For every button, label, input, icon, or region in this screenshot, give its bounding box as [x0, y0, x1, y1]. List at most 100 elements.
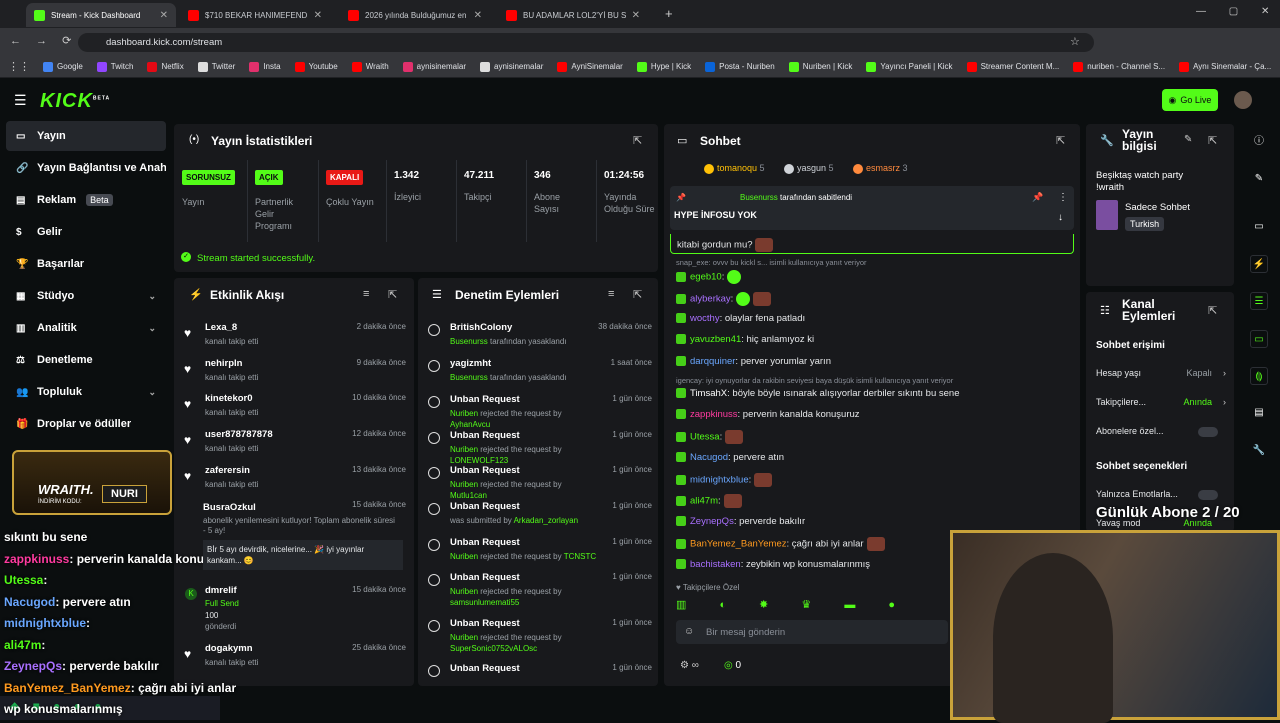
chat-username[interactable]: ZeynepQs [690, 516, 734, 527]
moderation-action-title[interactable]: Unban Request [450, 663, 520, 674]
edit-icon[interactable]: ✎ [1184, 134, 1192, 145]
sidebar-item[interactable]: 🔗 Yayın Bağlantısı ve Anahtar [6, 153, 166, 183]
moderation-actor[interactable]: Nuriben [450, 445, 478, 454]
moderation-target[interactable]: Arkadan_zorlayan [514, 516, 578, 525]
moderation-target[interactable]: Mutlu1can [450, 491, 487, 500]
chat-username[interactable]: wocthy [690, 313, 720, 324]
bookmark-item[interactable]: Google [36, 61, 90, 72]
moderation-actor[interactable]: Nuriben [450, 633, 478, 642]
chat-username[interactable]: Nacugod [690, 452, 728, 463]
lightning-icon[interactable]: ⚡ [1250, 255, 1268, 273]
avatar[interactable] [1234, 91, 1252, 109]
bookmark-item[interactable]: Wraith [345, 61, 396, 72]
emote-bar[interactable]: ▥ ◐ ✸ ♛ ▬ ● [676, 598, 936, 614]
chat-username[interactable]: BanYemez_BanYemez [690, 539, 786, 550]
more-icon[interactable]: ⋮ [1058, 192, 1068, 203]
new-tab-button[interactable]: + [665, 6, 673, 21]
apps-icon[interactable]: ⋮⋮ [8, 60, 30, 73]
bookmark-item[interactable]: Nuriben | Kick [782, 61, 860, 72]
bookmark-item[interactable]: Aynı Sinemalar - Ça... [1172, 61, 1278, 72]
chat-username[interactable]: darqquiner [690, 356, 735, 367]
chat-settings-icon[interactable]: ⚙ ∞ [680, 660, 699, 671]
bookmark-item[interactable]: Twitch [90, 61, 141, 72]
chat-username[interactable]: egeb10 [690, 272, 722, 283]
channel-action-row[interactable]: Takipçilere... Anında › [1096, 397, 1226, 413]
moderation-target[interactable]: AyhanAvcu [450, 420, 490, 429]
bookmark-item[interactable]: Youtube [288, 61, 345, 72]
go-live-button[interactable]: ◉ Go Live [1162, 89, 1218, 111]
url-input[interactable]: dashboard.kick.com/stream [78, 33, 1094, 52]
kick-logo[interactable]: KICKBETA [40, 90, 110, 113]
top-gifter[interactable]: tomanoqu 5 [704, 163, 765, 174]
bookmark-star-icon[interactable]: ☆ [1070, 35, 1080, 48]
activity-user[interactable]: dmrelif [205, 585, 237, 596]
popout-icon[interactable]: ⇱ [1208, 304, 1217, 317]
layers-icon[interactable]: ▤ [1250, 404, 1268, 422]
chat-username[interactable]: bachistaken [690, 559, 741, 570]
popout-icon[interactable]: ⇱ [633, 288, 642, 301]
sidebar-item[interactable]: ▥ Analitik ⌄ [6, 313, 166, 343]
popout-icon[interactable]: ⇱ [388, 288, 397, 301]
toggle-switch[interactable] [1198, 490, 1218, 500]
moderation-target[interactable]: TCNSTC [564, 552, 596, 561]
nav-buttons[interactable]: ← → ⟳ [10, 34, 71, 47]
moderation-action-title[interactable]: Unban Request [450, 394, 520, 405]
broadcast-icon[interactable]: ⟬⟭ [1250, 367, 1268, 385]
activity-user[interactable]: nehirpln [205, 358, 242, 369]
window-controls[interactable]: — ▢ ✕ [1196, 6, 1269, 17]
popout-icon[interactable]: ⇱ [1208, 134, 1217, 147]
sidebar-item[interactable]: 🎁 Droplar ve ödüller [6, 409, 166, 439]
sidebar-item[interactable]: ⚖ Denetleme [6, 345, 166, 375]
filter-icon[interactable]: ≡ [363, 288, 369, 300]
moderation-target[interactable]: SuperSonic0752vALOsc [450, 644, 537, 653]
moderation-action-title[interactable]: Unban Request [450, 465, 520, 476]
top-gifter[interactable]: yasgun 5 [784, 163, 834, 174]
moderation-actor[interactable]: Nuriben [450, 552, 478, 561]
chat-username[interactable]: zappkinuss [690, 409, 738, 420]
chat-username[interactable]: midnightxblue [690, 475, 749, 486]
browser-tab[interactable]: Stream - Kick Dashboard ✕ [26, 3, 176, 27]
moderation-action-title[interactable]: Unban Request [450, 537, 520, 548]
chat-username[interactable]: Utessa [690, 432, 720, 443]
sidebar-item[interactable]: ▦ Stüdyo ⌄ [6, 281, 166, 311]
sidebar-item[interactable]: ▤ Reklam Beta [6, 185, 166, 215]
moderation-actor[interactable]: Nuriben [450, 409, 478, 418]
moderation-action-title[interactable]: Unban Request [450, 430, 520, 441]
bookmark-item[interactable]: aynisinemalar [396, 61, 473, 72]
close-tab-icon[interactable]: ✕ [314, 10, 322, 21]
edit-icon[interactable]: ✎ [1250, 170, 1268, 188]
activity-user[interactable]: kinetekor0 [205, 393, 253, 404]
toggle-switch[interactable] [1198, 427, 1218, 437]
pin-toggle-icon[interactable]: 📌 [1032, 192, 1043, 203]
wrench-icon[interactable]: 🔧 [1250, 442, 1268, 460]
activity-user[interactable]: user878787878 [205, 429, 273, 440]
close-tab-icon[interactable]: ✕ [632, 10, 640, 21]
moderation-target[interactable]: LONEWOLF123 [450, 456, 508, 465]
browser-tab[interactable]: 2026 yılında Bulduğumuz en iy ✕ [340, 3, 490, 27]
list-icon[interactable]: ☰ [1250, 292, 1268, 310]
sidebar-item[interactable]: $ Gelir [6, 217, 166, 247]
moderation-actor[interactable]: Busenurss [450, 337, 488, 346]
moderation-action-title[interactable]: Unban Request [450, 572, 520, 583]
moderation-action-title[interactable]: Unban Request [450, 501, 520, 512]
bookmark-item[interactable]: AyniSinemalar [550, 61, 629, 72]
top-gifter[interactable]: esmasrz 3 [853, 163, 908, 174]
filter-icon[interactable]: ≡ [608, 288, 614, 300]
menu-icon[interactable]: ☰ [14, 92, 27, 109]
arrow-down-icon[interactable]: ↓ [1058, 212, 1063, 223]
chat-username[interactable]: yavuzben41 [690, 334, 741, 345]
moderation-action-title[interactable]: yagizmht [450, 358, 491, 369]
browser-tab[interactable]: $710 BEKAR HANIMEFENDİNİN ✕ [180, 3, 330, 27]
channel-action-row[interactable]: Abonelere özel... [1096, 426, 1226, 442]
browser-tab[interactable]: BU ADAMLAR LOL2'Yİ BU SEFER ✕ [498, 3, 648, 27]
chat-username[interactable]: TimsahX [690, 388, 727, 399]
activity-user[interactable]: dogakymn [205, 643, 253, 654]
chat-icon[interactable]: ▭ [1250, 330, 1268, 348]
bookmark-item[interactable]: Posta - Nuriben [698, 61, 782, 72]
popout-icon[interactable]: ⇱ [633, 134, 642, 147]
chat-username[interactable]: alyberkay [690, 294, 731, 305]
bookmark-item[interactable]: aynisinemalar [473, 61, 550, 72]
bookmark-item[interactable]: Netflix [140, 61, 190, 72]
chat-input[interactable]: ☺ Bir mesaj gönderin [676, 620, 948, 644]
moderation-action-title[interactable]: Unban Request [450, 618, 520, 629]
